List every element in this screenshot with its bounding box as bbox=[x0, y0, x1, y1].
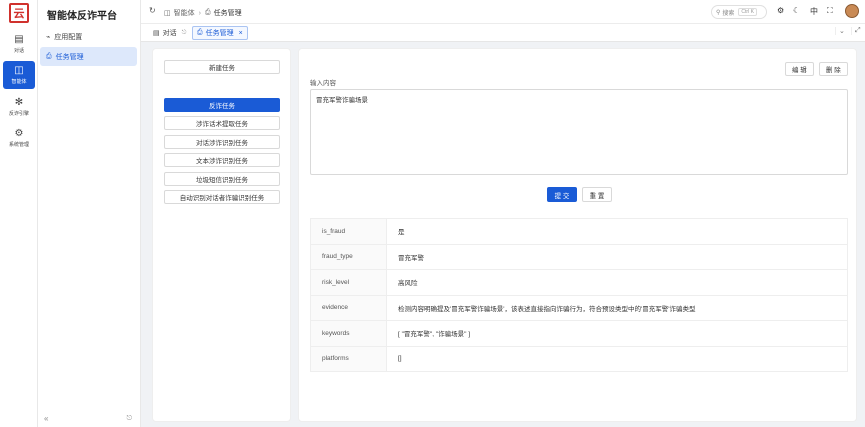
app-config-icon: ⌁ bbox=[46, 33, 51, 41]
result-table: is_fraud 是 fraud_type 冒充军警 risk_level 高风… bbox=[310, 218, 848, 372]
task-icon: ⎙ bbox=[197, 29, 203, 36]
moon-icon[interactable]: ☾ bbox=[793, 6, 800, 15]
delete-button[interactable]: 删 除 bbox=[819, 62, 848, 76]
close-icon[interactable]: × bbox=[239, 30, 243, 37]
result-key: risk_level bbox=[310, 269, 387, 296]
rail-item-settings[interactable]: ⚙ 系统管理 bbox=[3, 124, 35, 152]
agent-icon: ◫ bbox=[14, 65, 24, 76]
pin-icon[interactable]: ⎋ bbox=[126, 415, 132, 423]
task-icon: ⎙ bbox=[204, 9, 211, 16]
collapse-sidebar-icon[interactable]: « bbox=[44, 414, 48, 423]
table-row: evidence 检测内容明确提及'冒充军警诈骗场景'，该表述直接指向诈骗行为，… bbox=[310, 295, 848, 321]
reset-button[interactable]: 重 置 bbox=[582, 187, 612, 202]
result-key: keywords bbox=[310, 320, 387, 347]
chat-icon: ▤ bbox=[153, 30, 160, 37]
expand-icon[interactable]: ⤢ bbox=[851, 27, 861, 35]
result-value: [] bbox=[386, 346, 848, 372]
rail-item-engine[interactable]: ✻ 反诈引擎 bbox=[3, 93, 35, 121]
task-item[interactable]: 对话涉诈识别任务 bbox=[164, 135, 280, 149]
sidebar-item-task-management[interactable]: ⎙ 任务管理 bbox=[40, 47, 137, 66]
table-row: risk_level 高风险 bbox=[310, 269, 848, 296]
result-key: is_fraud bbox=[310, 218, 387, 245]
tabs-bar: ▤ 对话 ⎋ ⎙ 任务管理 × ⌄ ⤢ bbox=[141, 24, 865, 42]
chat-icon: ▤ bbox=[14, 34, 24, 45]
edit-button[interactable]: 编 辑 bbox=[785, 62, 814, 76]
task-item[interactable]: 垃圾短信识别任务 bbox=[164, 172, 280, 186]
refresh-icon[interactable]: ↻ bbox=[149, 6, 156, 15]
sidebar: 智能体反诈平台 ⌁ 应用配置 ⎙ 任务管理 « ⎋ bbox=[38, 0, 141, 427]
task-item[interactable]: 涉诈话术提取任务 bbox=[164, 116, 280, 130]
avatar[interactable] bbox=[845, 4, 859, 18]
result-key: evidence bbox=[310, 295, 387, 321]
input-label: 输入内容 bbox=[310, 80, 336, 87]
logo: 云 bbox=[9, 3, 29, 23]
table-row: fraud_type 冒充军警 bbox=[310, 244, 848, 270]
tab-task-management[interactable]: ⎙ 任务管理 × bbox=[192, 26, 248, 40]
settings-icon: ⚙ bbox=[14, 128, 24, 139]
input-textarea[interactable]: 冒充军警诈骗场景 bbox=[310, 89, 848, 175]
pin-icon[interactable]: ⎋ bbox=[182, 30, 187, 37]
new-task-button[interactable]: 新建任务 bbox=[164, 60, 280, 74]
header: ↻ ◫ 智能体 › ⎙ 任务管理 ⚲ 搜索 Ctrl K ⚙ ☾ 中 ⛶ bbox=[141, 0, 865, 24]
table-row: keywords [ "冒充军警", "诈骗场景" ] bbox=[310, 320, 848, 347]
search-input[interactable]: ⚲ 搜索 Ctrl K bbox=[711, 5, 767, 19]
tab-chat[interactable]: ▤ 对话 ⎋ bbox=[149, 26, 190, 40]
engine-icon: ✻ bbox=[14, 97, 24, 108]
rail-item-chat[interactable]: ▤ 对话 bbox=[3, 30, 35, 58]
result-value: 检测内容明确提及'冒充军警诈骗场景'，该表述直接指向诈骗行为，符合预设类型中的'… bbox=[386, 295, 848, 321]
result-key: platforms bbox=[310, 346, 387, 372]
task-detail-panel: 编 辑 删 除 输入内容 冒充军警诈骗场景 提 交 重 置 is_fraud 是… bbox=[298, 48, 857, 422]
task-item[interactable]: 自动识别对话者诈骗识别任务 bbox=[164, 190, 280, 204]
fullscreen-icon[interactable]: ⛶ bbox=[827, 6, 833, 16]
search-icon: ⚲ bbox=[716, 9, 721, 16]
app-title: 智能体反诈平台 bbox=[47, 11, 117, 22]
rail-item-agent[interactable]: ◫ 智能体 bbox=[3, 61, 35, 89]
agent-icon: ◫ bbox=[164, 10, 171, 17]
result-value: [ "冒充军警", "诈骗场景" ] bbox=[386, 320, 848, 347]
breadcrumb-current: 任务管理 bbox=[213, 10, 242, 17]
result-value: 是 bbox=[386, 218, 848, 245]
table-row: platforms [] bbox=[310, 346, 848, 372]
chevron-right-icon: › bbox=[198, 9, 201, 17]
result-value: 高风险 bbox=[386, 269, 848, 296]
table-row: is_fraud 是 bbox=[310, 218, 848, 245]
gear-icon[interactable]: ⚙ bbox=[777, 6, 784, 15]
task-item[interactable]: 文本涉诈识别任务 bbox=[164, 153, 280, 167]
shortcut-badge: Ctrl K bbox=[738, 8, 757, 16]
chevron-down-icon[interactable]: ⌄ bbox=[835, 27, 845, 35]
icon-rail: 云 ▤ 对话 ◫ 智能体 ✻ 反诈引擎 ⚙ 系统管理 bbox=[0, 0, 38, 427]
sidebar-item-app-config[interactable]: ⌁ 应用配置 bbox=[40, 27, 137, 46]
task-item[interactable]: 反诈任务 bbox=[164, 98, 280, 112]
breadcrumb-item[interactable]: 智能体 bbox=[174, 8, 195, 18]
breadcrumb: ◫ 智能体 › ⎙ 任务管理 bbox=[164, 8, 242, 18]
task-icon: ⎙ bbox=[46, 52, 52, 60]
result-key: fraud_type bbox=[310, 244, 387, 270]
result-value: 冒充军警 bbox=[386, 244, 848, 270]
translate-icon[interactable]: 中 bbox=[810, 6, 818, 17]
task-list-panel: 新建任务 反诈任务 涉诈话术提取任务 对话涉诈识别任务 文本涉诈识别任务 垃圾短… bbox=[152, 48, 291, 422]
submit-button[interactable]: 提 交 bbox=[547, 187, 577, 202]
